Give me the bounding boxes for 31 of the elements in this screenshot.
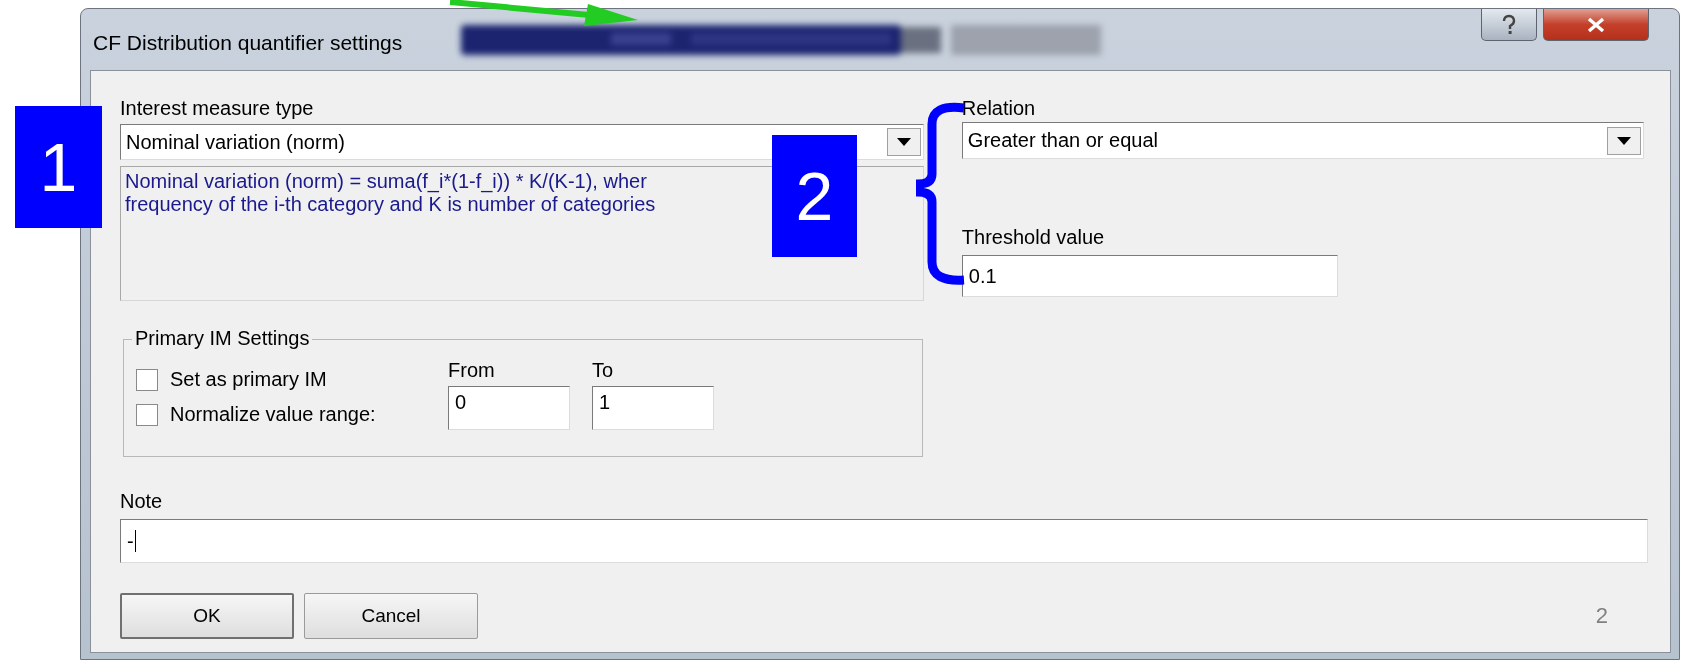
range-input[interactable]: 1 bbox=[592, 386, 714, 430]
measure-type-dropdown[interactable]: Nominal variation (norm) bbox=[120, 124, 924, 160]
ok-button[interactable]: OK bbox=[120, 593, 294, 639]
cancel-button[interactable]: Cancel bbox=[304, 593, 478, 639]
checkbox-label: Set as primary IM bbox=[170, 368, 327, 391]
description-text: frequency of the i-th category and K is number of categories bbox=[125, 193, 657, 216]
help-icon bbox=[1501, 13, 1517, 36]
field-label: Note bbox=[120, 489, 164, 513]
field-label: Interest measure type bbox=[120, 96, 315, 120]
checkbox[interactable] bbox=[136, 403, 158, 426]
threshold-input[interactable]: 0.1 bbox=[961, 255, 1338, 297]
field-label: Threshold value bbox=[961, 225, 1106, 249]
field-label: From bbox=[448, 358, 496, 382]
close-icon bbox=[1587, 16, 1605, 33]
field-label: Relation bbox=[961, 96, 1037, 120]
dropdown-arrow-icon bbox=[896, 138, 911, 146]
note-input[interactable]: - bbox=[120, 519, 1648, 563]
checkbox[interactable] bbox=[136, 368, 158, 391]
description-text: Nominal variation (norm) = suma(f_i*(1-f_i)) * K/(K-1), wher bbox=[125, 170, 648, 193]
field-label: To bbox=[592, 358, 615, 382]
window-title: CF Distribution quantifier settings bbox=[93, 30, 403, 55]
counter-text: 2 bbox=[1595, 603, 1608, 629]
callout-number: 2 bbox=[772, 135, 857, 257]
relation-dropdown[interactable]: Greater than or equal bbox=[961, 122, 1644, 159]
checkbox-label: Normalize value range: bbox=[170, 403, 376, 426]
range-input[interactable]: 0 bbox=[448, 386, 570, 430]
dropdown-arrow-icon bbox=[1617, 136, 1631, 145]
callout-number: 1 bbox=[15, 106, 102, 228]
help-button[interactable] bbox=[1481, 9, 1537, 41]
group-title: Primary IM Settings bbox=[132, 327, 313, 350]
close-button[interactable] bbox=[1543, 9, 1649, 41]
